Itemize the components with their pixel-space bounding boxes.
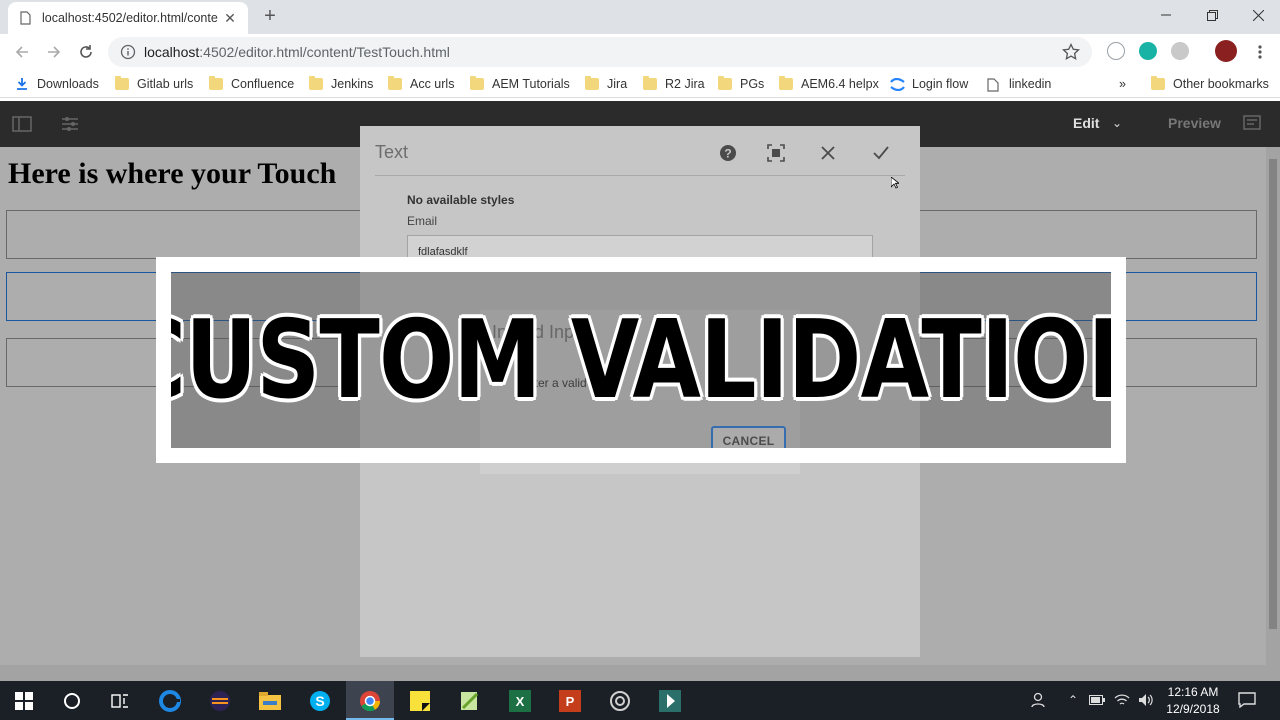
extension-circle-icon[interactable] — [1171, 42, 1189, 60]
browser-tab[interactable]: localhost:4502/editor.html/conte ✕ — [8, 2, 248, 34]
bookmark-pgs[interactable]: PGs — [718, 74, 764, 94]
bookmark-confluence[interactable]: Confluence — [209, 74, 294, 94]
bookmark-other[interactable]: Other bookmarks — [1151, 74, 1269, 94]
folder-icon — [470, 76, 484, 90]
folder-icon — [388, 76, 402, 90]
email-field-label: Email — [407, 214, 438, 228]
done-check-icon[interactable] — [870, 142, 892, 164]
close-icon[interactable] — [817, 142, 839, 164]
sticky-notes-icon[interactable] — [396, 681, 444, 720]
new-tab-button[interactable]: + — [258, 4, 282, 28]
restore-button[interactable] — [1189, 0, 1235, 30]
bookmark-aem-helpx[interactable]: AEM6.4 helpx — [779, 74, 879, 94]
excel-icon[interactable]: X — [496, 681, 544, 720]
folder-icon — [115, 76, 129, 90]
extension-v-icon[interactable] — [1107, 42, 1125, 60]
folder-icon — [585, 76, 599, 90]
wifi-icon[interactable] — [1113, 691, 1131, 709]
url-text: localhost:4502/editor.html/content/TestT… — [144, 44, 450, 60]
app-tile-icon[interactable] — [646, 681, 694, 720]
download-icon — [15, 78, 29, 90]
notifications-icon[interactable] — [1238, 691, 1256, 709]
close-window-button[interactable] — [1235, 0, 1280, 30]
edge-browser-icon[interactable] — [146, 681, 194, 720]
skype-icon[interactable]: S — [296, 681, 344, 720]
back-button[interactable] — [10, 40, 34, 64]
svg-text:S: S — [315, 693, 324, 709]
taskbar-clock[interactable]: 12:16 AM 12/9/2018 — [1162, 684, 1224, 718]
folder-icon — [718, 76, 732, 90]
eclipse-icon[interactable] — [196, 681, 244, 720]
tab-title: localhost:4502/editor.html/conte — [42, 11, 218, 25]
banner-title: CUSTOM VALIDATION — [156, 297, 1126, 423]
bookmark-jira[interactable]: Jira — [585, 74, 627, 94]
folder-icon — [643, 76, 657, 90]
mouse-cursor-icon — [890, 176, 901, 189]
folder-icon — [209, 76, 223, 90]
info-icon[interactable] — [120, 44, 136, 60]
task-view-icon[interactable] — [96, 681, 144, 720]
chrome-icon[interactable] — [346, 681, 394, 720]
bookmark-downloads[interactable]: Downloads — [15, 74, 99, 94]
dialog-divider — [375, 175, 905, 176]
preview-button[interactable]: Preview — [1168, 115, 1221, 131]
bookmark-star-icon[interactable] — [1062, 43, 1080, 61]
minimize-button[interactable] — [1143, 0, 1189, 30]
people-icon[interactable] — [1029, 691, 1047, 709]
dialog-title: Text — [375, 142, 409, 162]
folder-icon — [1151, 76, 1165, 90]
styles-message: No available styles — [407, 193, 515, 207]
svg-text:?: ? — [724, 147, 731, 161]
edit-mode-button[interactable]: Edit — [1073, 115, 1099, 131]
folder-icon — [779, 76, 793, 90]
bookmark-acc-urls[interactable]: Acc urls — [388, 74, 454, 94]
browser-tab-strip: localhost:4502/editor.html/conte ✕ + — [0, 0, 1280, 34]
notepad-plus-icon[interactable] — [446, 681, 494, 720]
volume-icon[interactable] — [1137, 691, 1155, 709]
page-icon — [18, 11, 32, 25]
chevron-up-icon[interactable]: ⌃ — [1064, 691, 1082, 709]
start-button[interactable] — [0, 681, 48, 720]
folder-icon — [309, 76, 323, 90]
clock-time: 12:16 AM — [1167, 685, 1219, 699]
browser-toolbar: localhost:4502/editor.html/content/TestT… — [0, 34, 1280, 70]
cortana-search-icon[interactable] — [48, 681, 96, 720]
clock-date: 12/9/2018 — [1166, 702, 1220, 716]
bookmark-r2-jira[interactable]: R2 Jira — [643, 74, 705, 94]
address-bar[interactable]: localhost:4502/editor.html/content/TestT… — [108, 37, 1092, 67]
bookmark-login-flow[interactable]: Login flow — [890, 74, 968, 94]
bookmark-aem-tutorials[interactable]: AEM Tutorials — [470, 74, 570, 94]
side-panel-icon[interactable] — [12, 115, 32, 133]
title-banner: CUSTOM VALIDATION — [156, 257, 1126, 463]
svg-text:X: X — [516, 694, 525, 709]
powerpoint-icon[interactable]: P — [546, 681, 594, 720]
chevron-down-icon[interactable]: ⌄ — [1112, 116, 1122, 130]
confluence-icon — [890, 77, 905, 92]
bookmark-linkedin[interactable]: linkedin — [987, 74, 1051, 94]
bookmark-gitlab-urls[interactable]: Gitlab urls — [115, 74, 193, 94]
close-tab-icon[interactable]: ✕ — [222, 10, 238, 26]
reload-button[interactable] — [74, 40, 98, 64]
profile-avatar[interactable] — [1215, 40, 1237, 62]
app-gear-icon[interactable] — [596, 681, 644, 720]
page-icon — [987, 78, 1001, 92]
file-explorer-icon[interactable] — [246, 681, 294, 720]
annotations-icon[interactable] — [1243, 115, 1263, 133]
help-icon[interactable]: ? — [717, 142, 739, 164]
bookmarks-overflow-button[interactable]: » — [1119, 74, 1126, 94]
menu-icon[interactable] — [1248, 40, 1272, 64]
bookmarks-bar: Downloads Gitlab urls Confluence Jenkins… — [0, 70, 1280, 98]
battery-icon[interactable] — [1088, 691, 1106, 709]
windows-taskbar: S X P ⌃ 12:16 AM 12/9/2018 — [0, 681, 1280, 720]
bookmark-jenkins[interactable]: Jenkins — [309, 74, 373, 94]
fullscreen-icon[interactable] — [765, 142, 787, 164]
svg-text:P: P — [566, 694, 575, 709]
page-properties-icon[interactable] — [60, 115, 80, 133]
extension-m-icon[interactable] — [1139, 42, 1157, 60]
forward-button[interactable] — [42, 40, 66, 64]
